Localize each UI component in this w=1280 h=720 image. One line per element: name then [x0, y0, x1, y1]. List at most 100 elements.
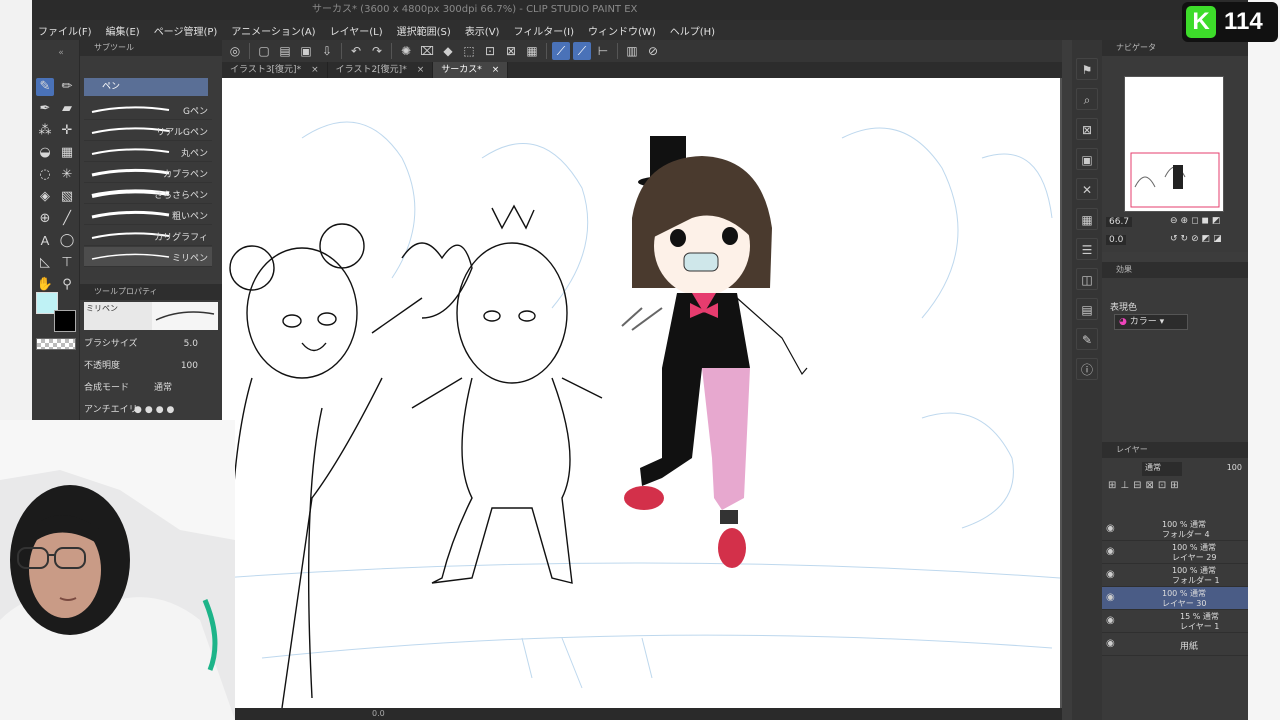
pencil-tool-icon[interactable]: ✏	[58, 78, 76, 96]
menu-layer[interactable]: レイヤー(L)	[330, 23, 383, 38]
antialias-row[interactable]: アンチエイリ ●●●●	[84, 402, 218, 418]
deselect-icon[interactable]: ⊡	[481, 42, 499, 60]
canvas-area[interactable]	[222, 78, 1062, 710]
subtool-group[interactable]: ペン	[84, 78, 208, 96]
new-file-icon[interactable]: ▢	[255, 42, 273, 60]
transform-icon[interactable]: ⬚	[460, 42, 478, 60]
close-icon[interactable]: ×	[311, 62, 319, 78]
subview-icon[interactable]: ⚑	[1076, 58, 1098, 80]
fill-tool-icon[interactable]: ◈	[36, 188, 54, 206]
blend-tool-icon[interactable]: ◒	[36, 144, 54, 162]
tab-illust2[interactable]: イラスト2[復元]* ×	[328, 62, 434, 78]
layer-icon[interactable]: ◫	[1076, 268, 1098, 290]
ruler-tool-icon[interactable]: ⊤	[58, 254, 76, 272]
opacity-value[interactable]: 100	[181, 358, 198, 374]
help-icon[interactable]: ⊘	[644, 42, 662, 60]
menu-help[interactable]: ヘルプ(H)	[670, 23, 715, 38]
operation-tool-icon[interactable]: ⊕	[36, 210, 54, 228]
brush-milli-pen[interactable]: ミリペン	[84, 247, 212, 267]
brush-tool-icon[interactable]: ✒	[36, 100, 54, 118]
menu-file[interactable]: ファイル(F)	[38, 23, 92, 38]
edit-icon[interactable]: ✎	[1076, 328, 1098, 350]
brush-real-g-pen[interactable]: リアルGペン	[84, 121, 212, 141]
eye-icon[interactable]: ◉	[1106, 615, 1115, 626]
antialias-options[interactable]: ●●●●	[134, 402, 177, 418]
save-icon[interactable]: ▣	[297, 42, 315, 60]
brush-rough-pen[interactable]: 粗いペン	[84, 205, 212, 225]
layer-row[interactable]: ◉ 100 % 通常 レイヤー 29	[1102, 541, 1248, 564]
opacity-row[interactable]: 不透明度 100	[84, 358, 218, 374]
eye-icon[interactable]: ◉	[1106, 569, 1115, 580]
menu-animation[interactable]: アニメーション(A)	[231, 23, 315, 38]
camera-icon[interactable]: ▣	[1076, 148, 1098, 170]
menu-window[interactable]: ウィンドウ(W)	[588, 23, 656, 38]
navigator-preview[interactable]	[1124, 76, 1224, 212]
list-icon[interactable]: ☰	[1076, 238, 1098, 260]
eyedropper-tool-icon[interactable]: ⚲	[58, 276, 76, 294]
grid-icon[interactable]: ▦	[1076, 208, 1098, 230]
menu-page[interactable]: ページ管理(P)	[154, 23, 218, 38]
eye-icon[interactable]: ◉	[1106, 638, 1115, 649]
layer-opacity[interactable]: 100	[1227, 463, 1242, 472]
sub-color-swatch[interactable]	[54, 310, 76, 332]
open-file-icon[interactable]: ▤	[276, 42, 294, 60]
zoom-controls[interactable]: ⊖⊕◻◼◩	[1170, 216, 1224, 226]
layer-row[interactable]: ◉ 100 % 通常 フォルダー 1	[1102, 564, 1248, 587]
menu-edit[interactable]: 編集(E)	[106, 23, 140, 38]
balloon-tool-icon[interactable]: ◯	[58, 232, 76, 250]
snap-special-ruler-icon[interactable]: ⟋	[573, 42, 591, 60]
clip-studio-icon[interactable]: ◎	[226, 42, 244, 60]
pen-tool-icon[interactable]: ✎	[36, 78, 54, 96]
brush-sarasara-pen[interactable]: さらさらペン	[84, 184, 212, 204]
close-icon[interactable]: ×	[492, 62, 500, 78]
menu-view[interactable]: 表示(V)	[465, 23, 500, 38]
menu-filter[interactable]: フィルター(I)	[513, 23, 574, 38]
transparent-color-swatch[interactable]	[36, 338, 76, 350]
brush-g-pen[interactable]: Gペン	[84, 100, 212, 120]
line-tool-icon[interactable]: ╱	[58, 210, 76, 228]
eye-icon[interactable]: ◉	[1106, 523, 1115, 534]
page-icon[interactable]: ▤	[1076, 298, 1098, 320]
delete-icon[interactable]: ✕	[1076, 178, 1098, 200]
menu-selection[interactable]: 選択範囲(S)	[397, 23, 451, 38]
info-icon[interactable]: ⓘ	[1076, 358, 1098, 380]
eye-icon[interactable]: ◉	[1106, 592, 1115, 603]
grid-tool-icon[interactable]: ▦	[58, 144, 76, 162]
export-icon[interactable]: ⇩	[318, 42, 336, 60]
loading-icon[interactable]: ✺	[397, 42, 415, 60]
zoom-value[interactable]: 66.7	[1106, 217, 1133, 227]
move-tool-icon[interactable]: ✛	[58, 122, 76, 140]
brush-kabura-pen[interactable]: カブラペン	[84, 163, 212, 183]
layer-row[interactable]: ◉ 用紙	[1102, 633, 1248, 656]
close-icon[interactable]: ×	[417, 62, 425, 78]
brush-calligraphy[interactable]: カリグラフィ	[84, 226, 212, 246]
brush-size-value[interactable]: 5.0	[184, 336, 198, 352]
auto-select-icon[interactable]: ✳	[58, 166, 76, 184]
undo-icon[interactable]: ↶	[347, 42, 365, 60]
brush-size-row[interactable]: ブラシサイズ 5.0	[84, 336, 218, 352]
layer-row[interactable]: ◉ 100 % 通常 フォルダー 4	[1102, 518, 1248, 541]
rotate-value[interactable]: 0.0	[1106, 235, 1127, 245]
blend-mode-row[interactable]: 合成モード 通常	[84, 380, 218, 396]
collapse-icon[interactable]: «	[52, 44, 70, 62]
eraser-tool-icon[interactable]: ▰	[58, 100, 76, 118]
layer-row[interactable]: ◉ 15 % 通常 レイヤー 1	[1102, 610, 1248, 633]
settings-icon[interactable]: ▥	[623, 42, 641, 60]
snap-ruler-icon[interactable]: ⟋	[552, 42, 570, 60]
frame-tool-icon[interactable]: ◺	[36, 254, 54, 272]
layer-blend-select[interactable]: 通常	[1142, 462, 1182, 476]
gradient-tool-icon[interactable]: ▧	[58, 188, 76, 206]
drawing-canvas[interactable]	[222, 78, 1060, 708]
blend-mode-select[interactable]: 通常	[154, 380, 172, 396]
tab-circus[interactable]: サーカス* ×	[433, 62, 509, 78]
decoration-tool-icon[interactable]: ⁂	[36, 122, 54, 140]
layer-row-selected[interactable]: ◉ 100 % 通常 レイヤー 30	[1102, 587, 1248, 610]
snap-grid-icon[interactable]: ⊢	[594, 42, 612, 60]
lasso-tool-icon[interactable]: ◌	[36, 166, 54, 184]
clear-icon[interactable]: ⌧	[418, 42, 436, 60]
redo-icon[interactable]: ↷	[368, 42, 386, 60]
brush-maru-pen[interactable]: 丸ペン	[84, 142, 212, 162]
expression-select[interactable]: ◕ カラー ▾	[1114, 314, 1188, 330]
material-icon[interactable]: ⊠	[1076, 118, 1098, 140]
status-zoom[interactable]: 0.0	[372, 709, 385, 718]
